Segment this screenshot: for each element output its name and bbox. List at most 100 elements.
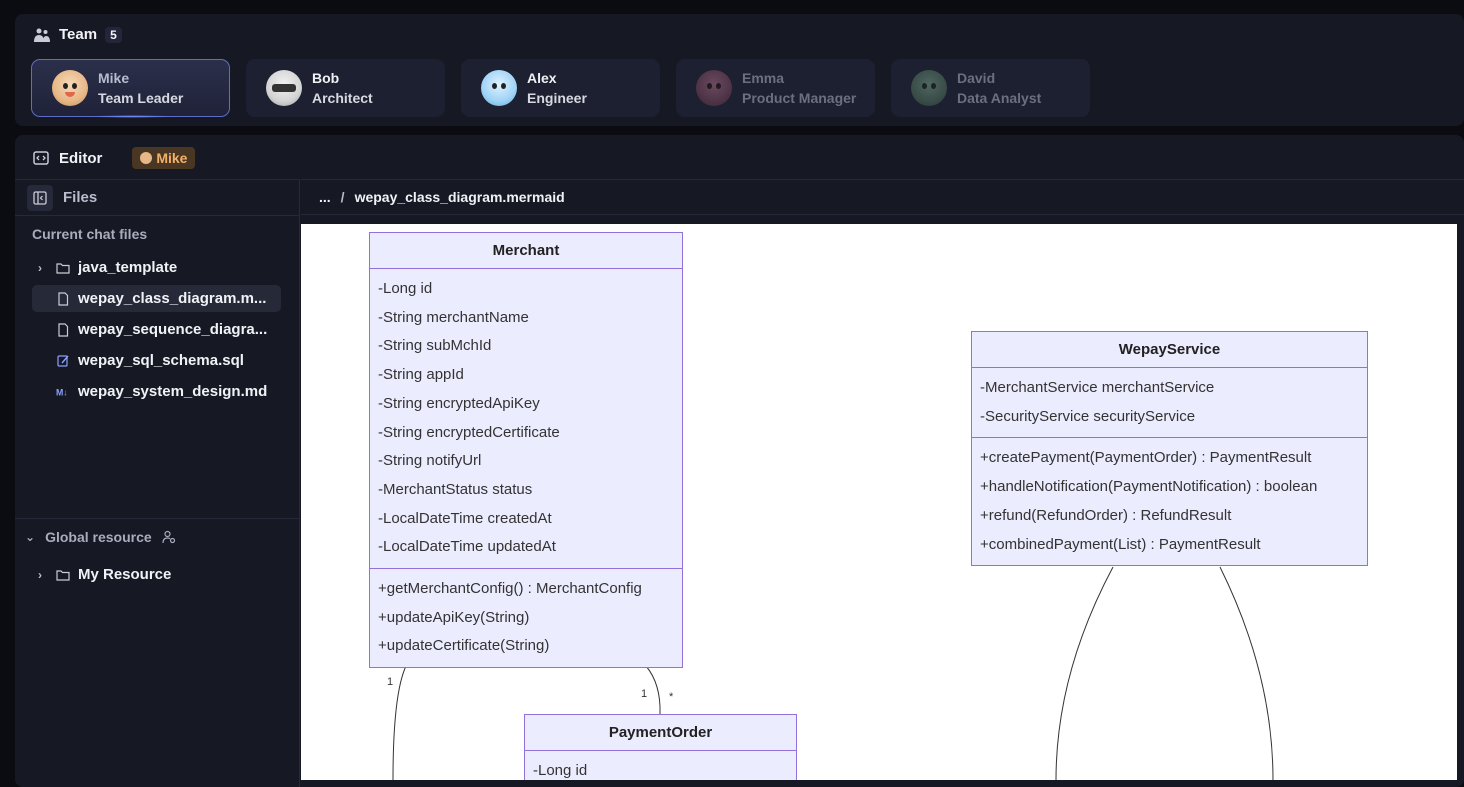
class-methods: +getMerchantConfig() : MerchantConfig +u…: [370, 569, 682, 667]
multiplicity-label: 1: [387, 676, 394, 688]
breadcrumb: ... / wepay_class_diagram.mermaid: [301, 179, 1464, 215]
editor-owner-badge: Mike: [132, 147, 196, 169]
member-card-bob[interactable]: Bob Architect: [246, 59, 445, 117]
chevron-right-icon[interactable]: ›: [38, 261, 48, 275]
member-card-david[interactable]: David Data Analyst: [891, 59, 1090, 117]
markdown-icon: M↓: [56, 387, 68, 397]
tree-item-system-design[interactable]: M↓ wepay_system_design.md: [32, 378, 281, 405]
service-connector-left: [1055, 566, 1114, 780]
class-method: +getMerchantConfig() : MerchantConfig: [378, 580, 642, 598]
class-method: +handleNotification(PaymentNotification)…: [980, 478, 1318, 496]
editor-header: Editor Mike: [33, 147, 196, 169]
class-field: -SecurityService securityService: [980, 407, 1196, 425]
sidebar-toggle-icon: [33, 190, 47, 205]
class-field: -String subMchId: [378, 337, 492, 355]
editor-main: ... / wepay_class_diagram.mermaid 1 1 * …: [301, 179, 1464, 787]
team-title: Team: [59, 26, 98, 43]
class-payment-order[interactable]: PaymentOrder -Long id: [524, 714, 797, 780]
class-merchant[interactable]: Merchant -Long id -String merchantName -…: [369, 232, 683, 669]
diagram-canvas[interactable]: 1 1 * Merchant -Long id -String merchant…: [301, 224, 1457, 780]
tree-item-my-resource[interactable]: › My Resource: [32, 561, 282, 588]
class-name: WepayService: [972, 332, 1367, 368]
tree-item-label: wepay_class_diagram.m...: [78, 290, 267, 307]
class-field: -LocalDateTime createdAt: [378, 509, 552, 527]
member-name: David: [957, 70, 996, 86]
file-tree: › java_template wepay_class_diagram.m...…: [15, 254, 299, 405]
class-method: +refund(RefundOrder) : RefundResult: [980, 506, 1232, 524]
member-name: Mike: [98, 70, 130, 86]
file-sidebar: Files Current chat files › java_template…: [15, 179, 300, 787]
class-field: -LocalDateTime updatedAt: [378, 538, 556, 556]
merchant-connector-left: [392, 665, 407, 780]
svg-text:M↓: M↓: [56, 387, 68, 397]
multiplicity-label: *: [669, 691, 674, 703]
owner-name: Mike: [156, 150, 188, 166]
class-method: +combinedPayment(List) : PaymentResult: [980, 535, 1261, 553]
class-field: -String encryptedApiKey: [378, 394, 540, 412]
class-method: +updateCertificate(String): [378, 637, 550, 655]
breadcrumb-ellipsis[interactable]: ...: [319, 189, 331, 205]
global-resource-section: ⌄ Global resource › My Resource: [15, 518, 300, 592]
breadcrumb-file: wepay_class_diagram.mermaid: [354, 189, 565, 205]
alex-avatar: [481, 70, 517, 106]
team-panel: Team 5 Mike Team Leader Bob Architect Al…: [15, 14, 1464, 126]
mike-mini-avatar: [140, 152, 153, 164]
current-files-label: Current chat files: [32, 226, 148, 242]
global-tree: › My Resource: [15, 561, 300, 588]
team-header: Team 5: [33, 26, 122, 43]
files-header: Files: [15, 180, 299, 216]
sidebar-toggle-button[interactable]: [27, 184, 53, 211]
member-name: Bob: [312, 70, 340, 86]
class-field: -Long id: [378, 280, 433, 297]
member-role: Team Leader: [98, 90, 184, 106]
tree-item-label: java_template: [78, 259, 178, 276]
class-name: Merchant: [370, 233, 682, 269]
tree-item-class-diagram[interactable]: wepay_class_diagram.m...: [32, 285, 281, 312]
class-field: -Long id: [533, 762, 588, 779]
class-wepay-service[interactable]: WepayService -MerchantService merchantSe…: [971, 331, 1368, 567]
member-role: Engineer: [527, 90, 587, 106]
class-field: -String encryptedCertificate: [378, 423, 560, 441]
tree-item-label: wepay_sql_schema.sql: [78, 352, 244, 369]
mike-avatar: [52, 70, 88, 106]
service-connector-right: [1219, 566, 1274, 780]
class-field: -MerchantStatus status: [378, 480, 533, 498]
member-name: Emma: [742, 70, 785, 86]
class-fields: -Long id: [525, 751, 796, 780]
files-label: Files: [63, 189, 98, 206]
global-resource-header[interactable]: ⌄ Global resource: [15, 519, 300, 555]
tree-item-sequence-diagram[interactable]: wepay_sequence_diagra...: [32, 316, 281, 343]
class-field: -String notifyUrl: [378, 452, 482, 470]
tree-item-label: wepay_sequence_diagra...: [78, 321, 268, 338]
emma-avatar: [696, 70, 732, 106]
member-role: Architect: [312, 90, 373, 106]
class-field: -String appId: [378, 366, 464, 384]
class-field: -String merchantName: [378, 308, 529, 326]
tree-item-sql-schema[interactable]: wepay_sql_schema.sql: [32, 347, 281, 374]
code-icon: [33, 151, 49, 165]
member-card-mike[interactable]: Mike Team Leader: [31, 59, 230, 118]
user-settings-icon[interactable]: [162, 530, 176, 544]
member-card-alex[interactable]: Alex Engineer: [461, 59, 660, 117]
class-fields: -Long id -String merchantName -String su…: [370, 269, 682, 570]
team-members: Mike Team Leader Bob Architect Alex Engi…: [31, 59, 1090, 118]
member-role: Data Analyst: [957, 90, 1042, 106]
tree-item-java-template[interactable]: › java_template: [32, 254, 281, 281]
breadcrumb-separator: /: [340, 189, 345, 205]
member-card-emma[interactable]: Emma Product Manager: [676, 59, 875, 117]
chevron-right-icon[interactable]: ›: [38, 568, 48, 582]
editor-title: Editor: [59, 149, 103, 167]
class-name: PaymentOrder: [525, 715, 796, 751]
class-method: +updateApiKey(String): [378, 608, 530, 626]
folder-icon: [56, 569, 70, 581]
global-resource-label: Global resource: [45, 529, 152, 545]
team-count-badge: 5: [105, 26, 122, 43]
class-fields: -MerchantService merchantService -Securi…: [972, 368, 1367, 439]
tree-item-label: My Resource: [78, 566, 172, 583]
chevron-down-icon[interactable]: ⌄: [25, 530, 35, 544]
sql-file-icon: [57, 354, 69, 367]
class-methods: +createPayment(PaymentOrder) : PaymentRe…: [972, 438, 1367, 565]
folder-icon: [56, 262, 70, 274]
class-method: +createPayment(PaymentOrder) : PaymentRe…: [980, 449, 1312, 467]
bob-avatar: [266, 70, 302, 106]
